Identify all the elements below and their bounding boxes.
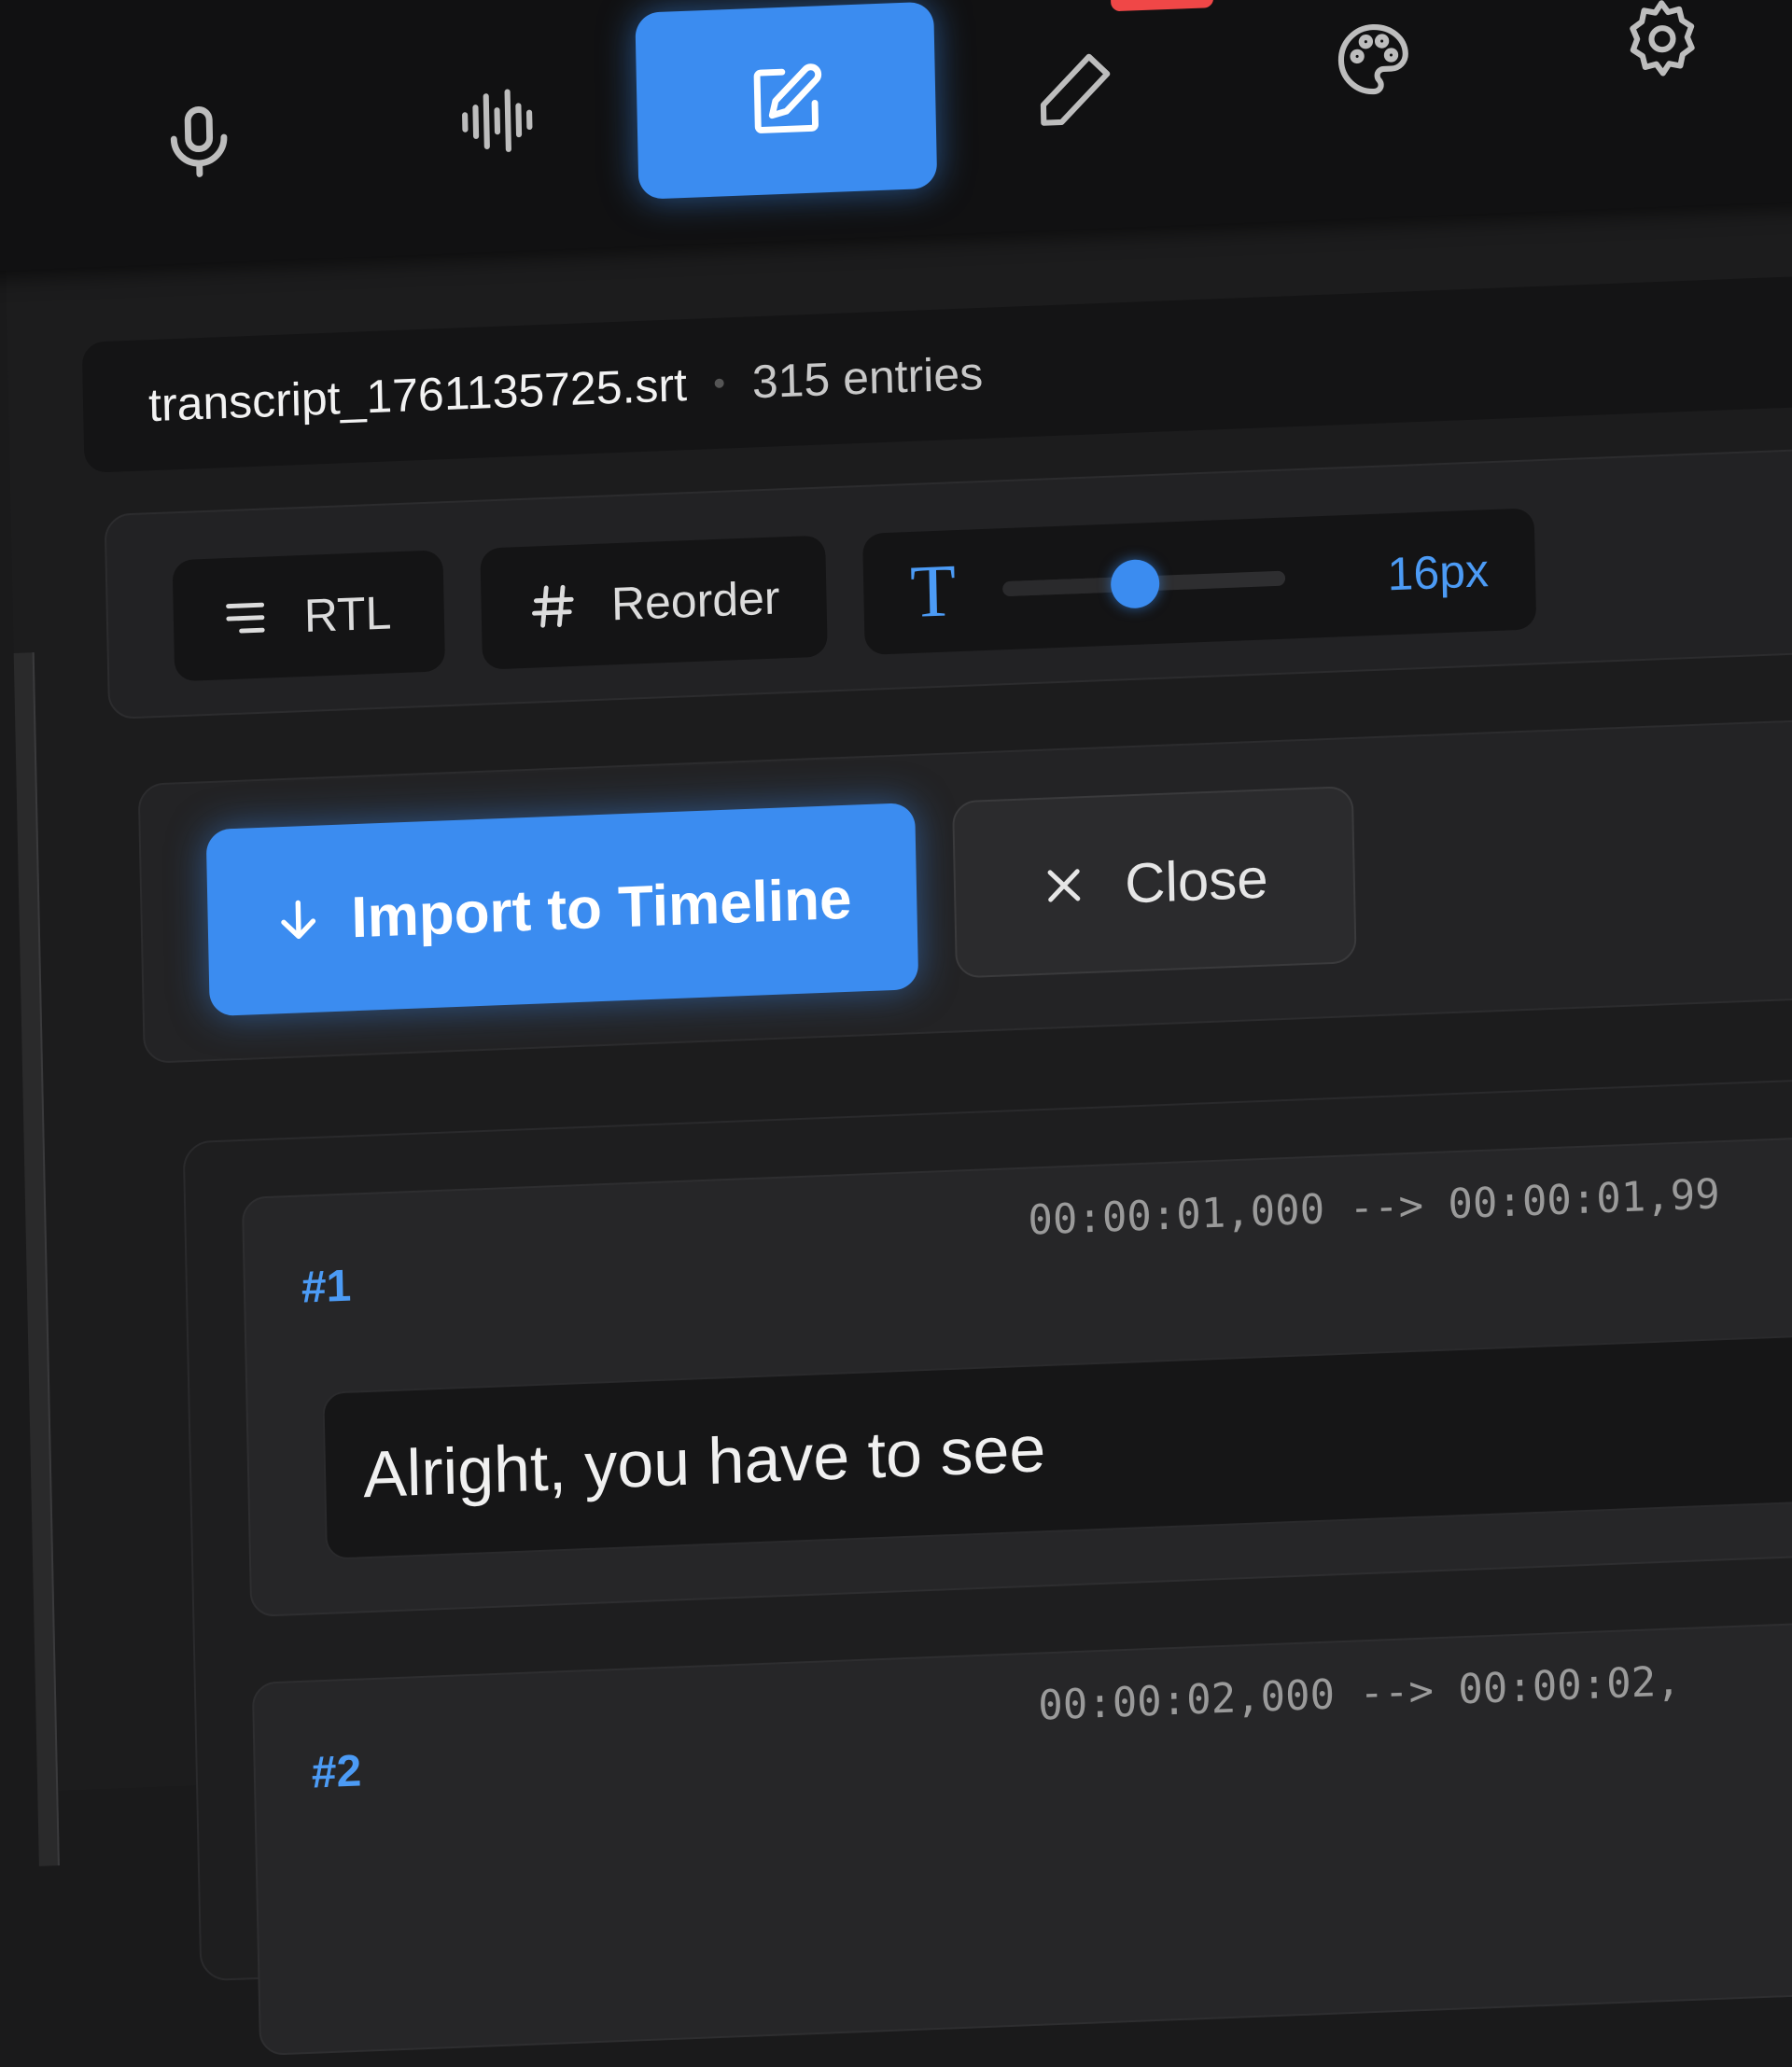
waveform-tool-button[interactable]: [346, 22, 649, 220]
font-size-value: 16px: [1386, 544, 1490, 601]
gear-icon: [1630, 0, 1695, 77]
reorder-label: Reorder: [610, 571, 781, 631]
entry-index: #1: [301, 1261, 352, 1313]
pen-tool-button[interactable]: BETA: [924, 0, 1226, 189]
align-right-icon: [226, 602, 265, 634]
import-label: Import to Timeline: [350, 866, 853, 950]
font-size-icon: T: [909, 549, 958, 634]
file-info-bar: transcript_1761135725.srt 315 entries: [81, 273, 1792, 473]
actions-panel: Import to Timeline Close: [137, 716, 1792, 1064]
subtitle-entry[interactable]: #2 00:00:02,000 --> 00:00:02,: [251, 1614, 1792, 2056]
waveform-icon: [462, 89, 533, 152]
entry-timecode: 00:00:02,000 --> 00:00:02,: [1037, 1657, 1682, 1730]
settings-tool-button[interactable]: [1511, 0, 1792, 138]
microphone-tool-button[interactable]: [48, 43, 350, 241]
reorder-button[interactable]: Reorder: [480, 535, 828, 670]
entry-index: #2: [311, 1746, 362, 1798]
arrow-down-icon: [281, 900, 316, 940]
rtl-toggle-button[interactable]: RTL: [172, 550, 446, 682]
entry-text-field[interactable]: Alright, you have to see: [322, 1323, 1792, 1560]
import-to-timeline-button[interactable]: Import to Timeline: [205, 803, 919, 1017]
rtl-label: RTL: [303, 586, 392, 642]
edit-tool-button[interactable]: [635, 1, 938, 200]
entry-count: 315 entries: [751, 346, 984, 409]
options-panel: RTL Reorder T 16px: [104, 446, 1792, 720]
close-button[interactable]: Close: [952, 785, 1357, 979]
edit-icon: [753, 63, 822, 133]
entry-timecode: 00:00:01,000 --> 00:00:01,99: [1027, 1170, 1721, 1245]
file-name: transcript_1761135725.srt: [147, 358, 688, 432]
separator-dot: [714, 378, 724, 388]
slider-thumb[interactable]: [1110, 558, 1160, 609]
close-label: Close: [1124, 846, 1269, 915]
pen-icon: [1040, 53, 1111, 126]
palette-icon: [1337, 23, 1408, 95]
microphone-icon: [170, 105, 228, 177]
subtitle-entry[interactable]: #1 00:00:01,000 --> 00:00:01,99 Alright,…: [241, 1129, 1792, 1617]
hash-icon: [532, 584, 574, 628]
font-size-slider[interactable]: [1002, 558, 1285, 609]
top-toolbar: BETA: [0, 0, 1792, 274]
app-window: BETA transcript_1761135725.srt 315 entri…: [0, 0, 1792, 2056]
window-left-edge: [13, 652, 60, 1866]
subtitle-entries-list: #1 00:00:01,000 --> 00:00:01,99 Alright,…: [182, 1073, 1792, 2056]
font-size-control: T 16px: [862, 508, 1537, 655]
beta-badge: BETA: [1110, 0, 1214, 12]
palette-tool-button[interactable]: [1222, 0, 1524, 159]
close-icon: [1047, 869, 1081, 902]
